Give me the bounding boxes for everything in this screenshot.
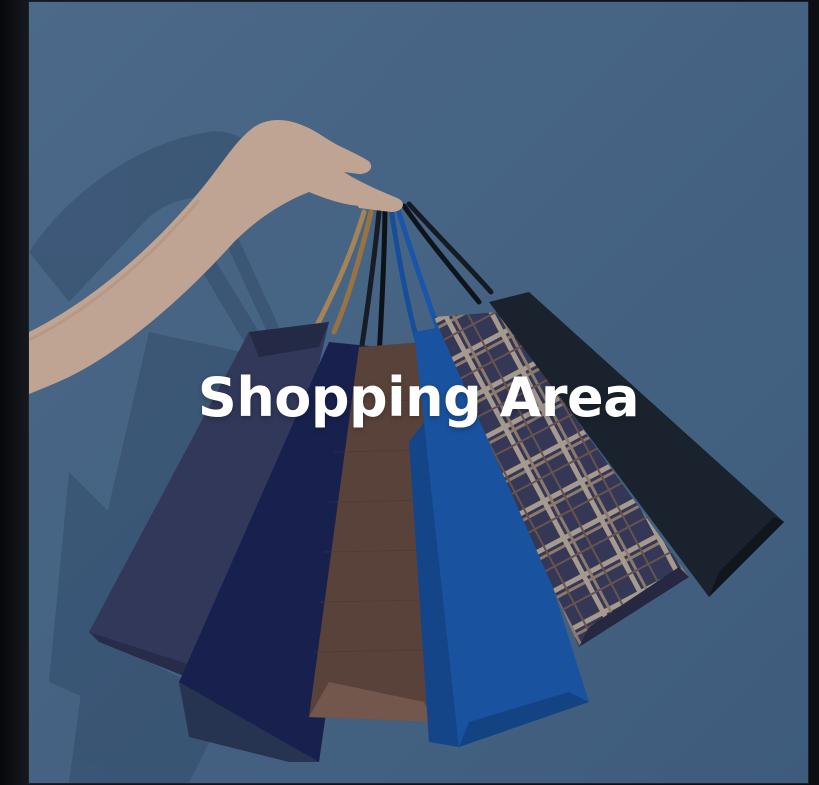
card-title: Shopping Area (197, 366, 640, 429)
page-background: Shopping Area (0, 0, 819, 785)
shopping-area-card[interactable]: Shopping Area (29, 2, 808, 783)
